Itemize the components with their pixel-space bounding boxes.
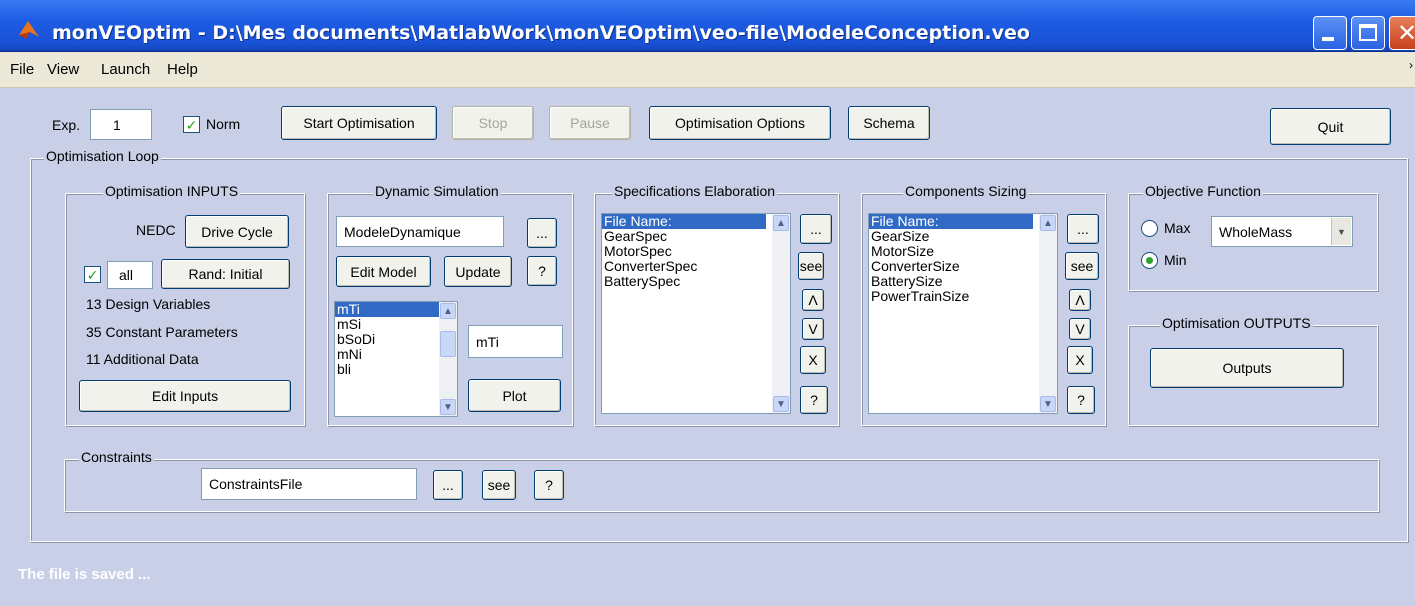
all-input[interactable]: all: [107, 261, 153, 289]
specs-see-button[interactable]: see: [798, 252, 824, 280]
menu-bar: File View Launch Help ›: [0, 52, 1415, 88]
window-title: monVEOptim - D:\Mes documents\MatlabWork…: [52, 22, 1030, 44]
optimisation-loop-title: Optimisation Loop: [44, 148, 161, 164]
sizing-scrollbar[interactable]: ▲ ▼: [1039, 214, 1057, 413]
model-browse-button[interactable]: ...: [527, 218, 557, 248]
dynamic-help-button[interactable]: ?: [527, 256, 557, 286]
spec-item-gearspec[interactable]: GearSpec: [602, 229, 790, 244]
specs-remove-button[interactable]: X: [800, 346, 826, 374]
title-bar: monVEOptim - D:\Mes documents\MatlabWork…: [0, 0, 1415, 52]
outputs-title: Optimisation OUTPUTS: [1160, 315, 1313, 331]
constraints-see-button[interactable]: see: [482, 470, 516, 500]
matlab-icon: [19, 21, 39, 39]
spec-item-batteryspec[interactable]: BatterySpec: [602, 274, 790, 289]
menu-help[interactable]: Help: [167, 61, 198, 78]
constraints-help-button[interactable]: ?: [534, 470, 564, 500]
specs-move-down-button[interactable]: V: [802, 318, 824, 340]
norm-checkbox[interactable]: ✓: [183, 116, 200, 133]
update-button[interactable]: Update: [444, 256, 512, 287]
stop-button[interactable]: Stop: [452, 106, 534, 140]
specs-browse-button[interactable]: ...: [800, 214, 832, 244]
design-variables-label: 13 Design Variables: [86, 296, 211, 312]
constant-parameters-label: 35 Constant Parameters: [86, 324, 238, 340]
quit-button[interactable]: Quit: [1270, 108, 1391, 145]
variables-scrollbar[interactable]: ▲ ▼: [439, 302, 457, 416]
menu-file[interactable]: File: [10, 61, 34, 78]
edit-model-button[interactable]: Edit Model: [336, 256, 431, 287]
constraints-title: Constraints: [79, 449, 154, 465]
objective-function-select[interactable]: WholeMass ▼: [1211, 216, 1353, 247]
max-label: Max: [1164, 220, 1191, 236]
scroll-down-icon[interactable]: ▼: [1040, 396, 1056, 412]
specifications-list[interactable]: File Name: GearSpec MotorSpec ConverterS…: [601, 213, 791, 414]
plot-button[interactable]: Plot: [468, 379, 561, 412]
size-item-file-name[interactable]: File Name:: [869, 214, 1033, 229]
size-item-convertersize[interactable]: ConverterSize: [869, 259, 1057, 274]
sizing-move-down-button[interactable]: V: [1069, 318, 1091, 340]
status-message: The file is saved ...: [18, 566, 151, 583]
sizing-remove-button[interactable]: X: [1067, 346, 1093, 374]
menu-launch[interactable]: Launch: [101, 61, 150, 78]
max-radio[interactable]: [1141, 220, 1158, 237]
menu-view[interactable]: View: [47, 61, 79, 78]
radio-selected-dot: [1146, 257, 1153, 264]
drive-cycle-button[interactable]: Drive Cycle: [185, 215, 289, 248]
size-item-batterysize[interactable]: BatterySize: [869, 274, 1057, 289]
close-button[interactable]: ✕: [1389, 16, 1415, 50]
sizing-see-button[interactable]: see: [1065, 252, 1099, 280]
specs-move-up-button[interactable]: Λ: [802, 289, 824, 311]
size-item-gearsize[interactable]: GearSize: [869, 229, 1057, 244]
size-item-motorsize[interactable]: MotorSize: [869, 244, 1057, 259]
spec-item-converterspec[interactable]: ConverterSpec: [602, 259, 790, 274]
sizing-list[interactable]: File Name: GearSize MotorSize ConverterS…: [868, 213, 1058, 414]
exp-input[interactable]: 1: [90, 109, 152, 140]
close-icon: ✕: [1397, 20, 1415, 47]
maximize-button[interactable]: [1351, 16, 1385, 50]
spec-item-motorspec[interactable]: MotorSpec: [602, 244, 790, 259]
sizing-browse-button[interactable]: ...: [1067, 214, 1099, 244]
specs-help-button[interactable]: ?: [800, 386, 828, 414]
size-item-powertrainsize[interactable]: PowerTrainSize: [869, 289, 1057, 304]
minimize-icon: [1322, 37, 1334, 41]
start-optimisation-button[interactable]: Start Optimisation: [281, 106, 437, 140]
objective-function-value: WholeMass: [1219, 223, 1293, 240]
optimisation-options-button[interactable]: Optimisation Options: [649, 106, 831, 140]
chevron-down-icon[interactable]: ▼: [1331, 218, 1351, 245]
objective-function-title: Objective Function: [1143, 183, 1263, 199]
scroll-thumb[interactable]: [440, 331, 456, 357]
exp-label: Exp.: [52, 117, 81, 133]
min-label: Min: [1164, 252, 1187, 268]
nedc-label: NEDC: [136, 222, 176, 238]
additional-data-label: 11 Additional Data: [86, 351, 199, 367]
components-sizing-title: Components Sizing: [903, 183, 1029, 199]
inputs-title: Optimisation INPUTS: [103, 183, 241, 199]
model-name-input[interactable]: ModeleDynamique: [336, 216, 504, 247]
scroll-up-icon[interactable]: ▲: [773, 215, 789, 231]
selected-variable-input[interactable]: mTi: [468, 325, 563, 358]
specifications-scrollbar[interactable]: ▲ ▼: [772, 214, 790, 413]
pause-button[interactable]: Pause: [549, 106, 631, 140]
scroll-up-icon[interactable]: ▲: [440, 303, 456, 319]
constraints-browse-button[interactable]: ...: [433, 470, 463, 500]
scroll-down-icon[interactable]: ▼: [773, 396, 789, 412]
minimize-button[interactable]: [1313, 16, 1347, 50]
min-radio[interactable]: [1141, 252, 1158, 269]
menu-overflow-icon[interactable]: ›: [1409, 58, 1413, 72]
dynamic-simulation-title: Dynamic Simulation: [373, 183, 501, 199]
sizing-help-button[interactable]: ?: [1067, 386, 1095, 414]
edit-inputs-button[interactable]: Edit Inputs: [79, 380, 291, 412]
all-checkbox[interactable]: ✓: [84, 266, 101, 283]
sizing-move-up-button[interactable]: Λ: [1069, 289, 1091, 311]
schema-button[interactable]: Schema: [848, 106, 930, 140]
spec-item-file-name[interactable]: File Name:: [602, 214, 766, 229]
constraints-file-input[interactable]: ConstraintsFile: [201, 468, 417, 500]
outputs-button[interactable]: Outputs: [1150, 348, 1344, 388]
scroll-up-icon[interactable]: ▲: [1040, 215, 1056, 231]
norm-label: Norm: [206, 116, 241, 132]
specifications-title: Specifications Elaboration: [612, 183, 778, 199]
maximize-icon: [1359, 24, 1377, 41]
rand-initial-button[interactable]: Rand: Initial: [161, 259, 290, 289]
scroll-down-icon[interactable]: ▼: [440, 399, 456, 415]
variables-list[interactable]: mTi mSi bSoDi mNi bli ▲ ▼: [334, 301, 458, 417]
